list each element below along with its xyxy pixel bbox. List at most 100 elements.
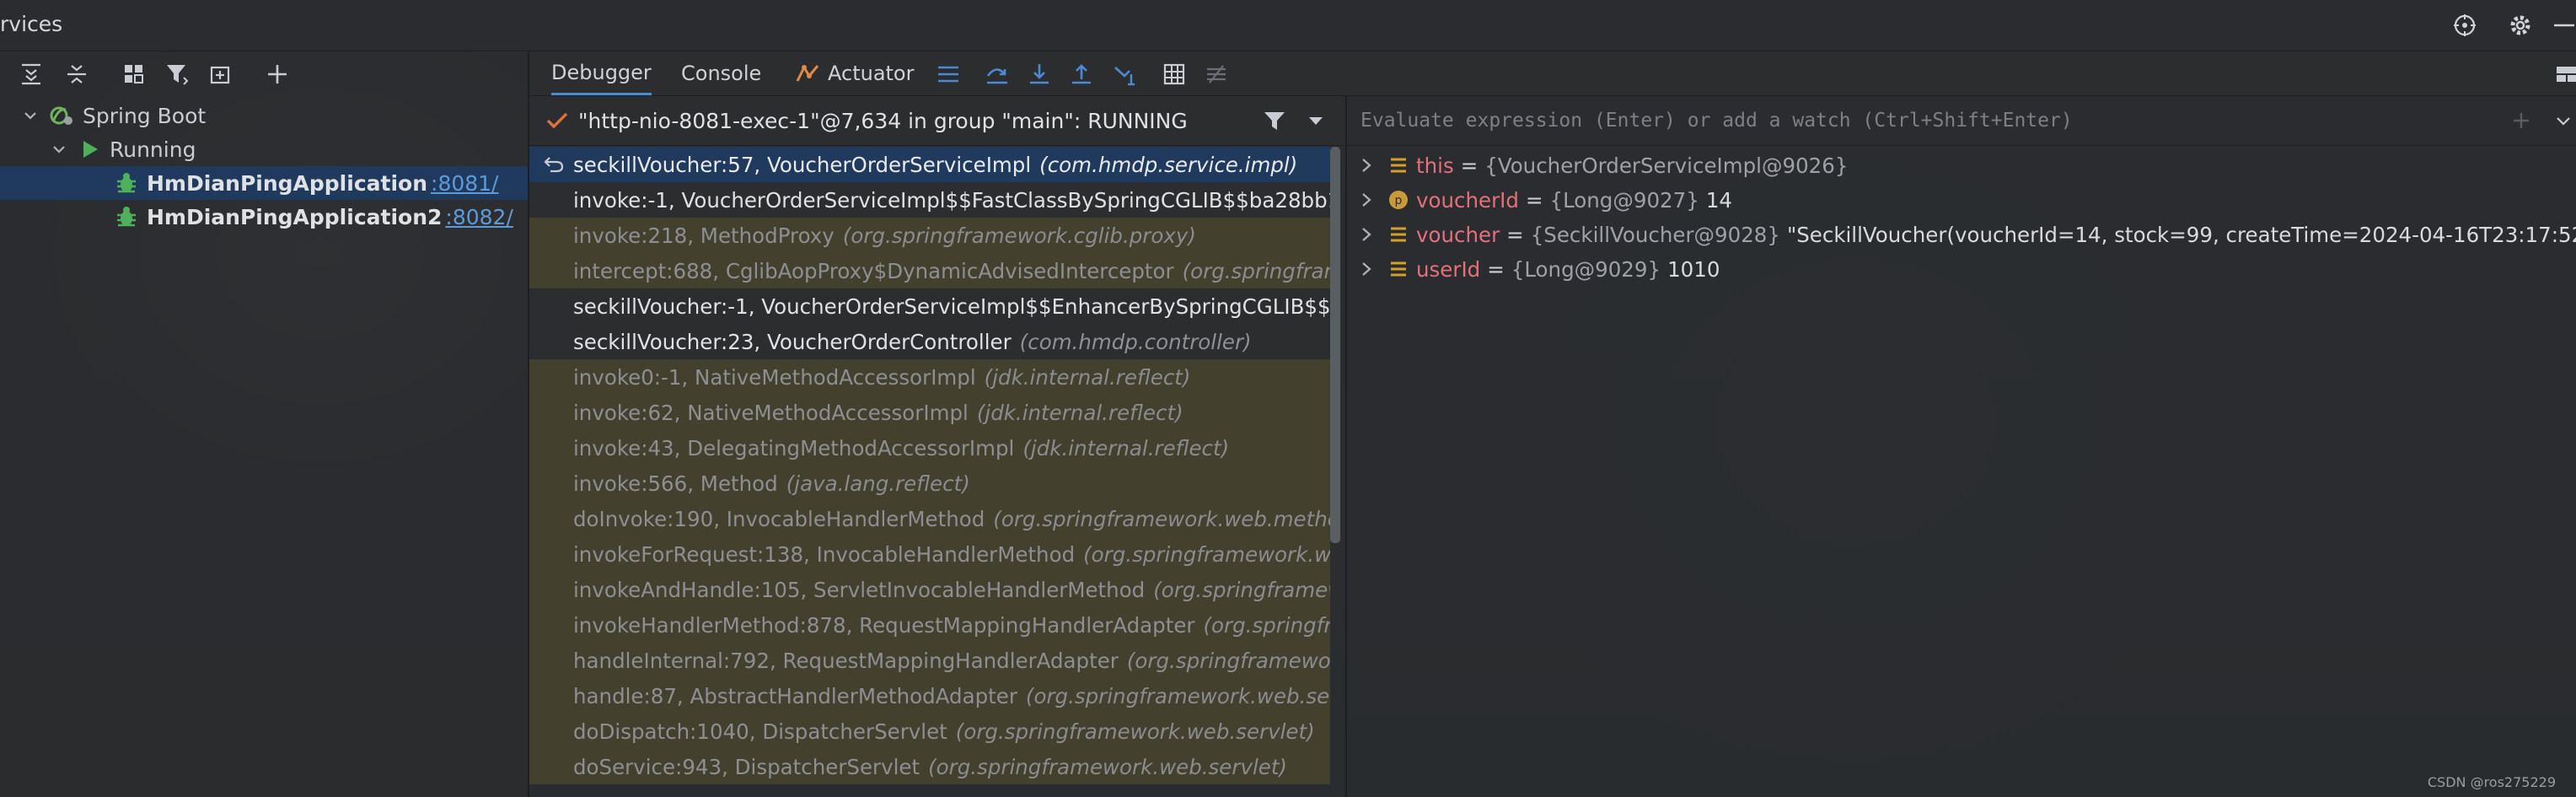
chevron-down-icon[interactable] [49, 139, 69, 159]
stack-frame-row[interactable]: invoke:-1, VoucherOrderServiceImpl$$Fast… [529, 182, 1330, 218]
stack-frame-row[interactable]: invokeForRequest:138, InvocableHandlerMe… [529, 536, 1330, 572]
chevron-right-icon[interactable] [1359, 191, 1374, 208]
frame-method: invokeForRequest:138, InvocableHandlerMe… [573, 541, 1076, 567]
thread-selector[interactable]: "http-nio-8081-exec-1"@7,634 in group "m… [529, 96, 1344, 146]
services-toolbar [0, 51, 528, 95]
frame-package: (com.hmdp.controller) [1019, 329, 1252, 354]
chevron-right-icon[interactable] [1359, 261, 1374, 277]
frame-package: (java.lang.reflect) [786, 471, 970, 496]
variable-type: {VoucherOrderServiceImpl@9026} [1484, 153, 1849, 178]
new-tab-icon[interactable] [207, 60, 236, 89]
variable-value: 1010 [1667, 256, 1720, 282]
variable-row[interactable]: userId = {Long@9029} 1010 [1347, 252, 2576, 286]
stack-frame-row[interactable]: doDispatch:1040, DispatcherServlet (org.s… [529, 714, 1330, 749]
frame-method: intercept:688, CglibAopProxy$DynamicAdvi… [573, 258, 1174, 283]
frames-panel: "http-nio-8081-exec-1"@7,634 in group "m… [529, 96, 1344, 797]
add-service-icon[interactable] [263, 60, 292, 89]
frame-method: invokeHandlerMethod:878, RequestMappingH… [573, 612, 1195, 638]
equals-sign: = [1460, 153, 1479, 178]
group-by-icon[interactable] [120, 60, 148, 89]
variable-value: "SeckillVoucher(voucherId=14, stock=99, … [1786, 222, 2576, 247]
filter-icon[interactable] [164, 60, 192, 89]
stack-frame-row[interactable]: seckillVoucher:57, VoucherOrderServiceIm… [529, 147, 1330, 182]
frame-package: (jdk.internal.reflect) [1022, 435, 1230, 460]
step-into-icon[interactable] [1025, 60, 1054, 89]
evaluate-table-icon[interactable] [1160, 60, 1189, 89]
tree-item-app-8082[interactable]: HmDianPingApplication2 :8082/ [0, 200, 528, 234]
tab-console[interactable]: Console [681, 51, 761, 95]
menu-lines-icon[interactable] [934, 60, 963, 89]
minimize-icon[interactable] [2549, 12, 2576, 39]
tab-label: Debugger [551, 60, 652, 84]
stack-frame-row[interactable]: seckillVoucher:-1, VoucherOrderServiceIm… [529, 288, 1330, 324]
current-frame-icon [543, 154, 565, 175]
frame-package: (org.springframework.web.servlet) [955, 719, 1315, 744]
stack-frame-row[interactable]: invoke:62, NativeMethodAccessorImpl (jdk.… [529, 395, 1330, 430]
frame-method: invokeAndHandle:105, ServletInvocableHan… [573, 577, 1146, 602]
frame-method: invoke:-1, VoucherOrderServiceImpl$$Fast… [573, 187, 1330, 213]
run-to-cursor-icon[interactable] [1111, 60, 1140, 89]
collapse-all-icon[interactable] [62, 60, 91, 89]
stack-frame-row[interactable]: handle:87, AbstractHandlerMethodAdapter (… [529, 678, 1330, 714]
tab-debugger[interactable]: Debugger [551, 51, 652, 95]
frame-package: (org.springframework.web.method.sup [993, 506, 1330, 531]
app-name: HmDianPingApplication2 [147, 204, 443, 229]
frame-package: (org.springframework.cglib.proxy) [842, 223, 1196, 248]
field-icon [1387, 154, 1409, 176]
debug-bug-icon [115, 205, 140, 229]
debug-bug-icon [115, 171, 140, 195]
variable-value: 14 [1705, 187, 1732, 213]
chevron-down-icon[interactable] [2554, 112, 2573, 129]
equals-sign: = [1506, 222, 1524, 247]
watermark: CSDN @ros275229 [2427, 774, 2556, 790]
stack-frame-row[interactable]: handleInternal:792, RequestMappingHandle… [529, 643, 1330, 678]
stack-frame-row[interactable]: invoke:43, DelegatingMethodAccessorImpl (… [529, 430, 1330, 466]
trace-stream-icon[interactable] [1202, 60, 1231, 89]
stack-frame-row[interactable]: doInvoke:190, InvocableHandlerMethod (org… [529, 501, 1330, 536]
step-out-icon[interactable] [1067, 60, 1096, 89]
frame-method: doInvoke:190, InvocableHandlerMethod [573, 506, 985, 531]
tab-actuator[interactable]: Actuator [796, 51, 914, 95]
frame-method: seckillVoucher:57, VoucherOrderServiceIm… [573, 152, 1032, 177]
stack-frame-row[interactable]: doService:943, DispatcherServlet (org.spr… [529, 749, 1330, 784]
frame-package: (org.springframework.web.servlet) [928, 754, 1287, 779]
frames-scrollbar[interactable] [1330, 147, 1340, 543]
step-over-icon[interactable] [983, 60, 1012, 89]
tree-item-spring-boot[interactable]: Spring Boot [0, 99, 528, 132]
frame-method: invoke0:-1, NativeMethodAccessorImpl [573, 364, 976, 390]
tree-label: Spring Boot [83, 103, 207, 128]
chevron-right-icon[interactable] [1359, 226, 1374, 243]
chevron-down-icon[interactable] [20, 105, 40, 126]
port-link[interactable]: :8081/ [431, 171, 498, 196]
equals-sign: = [1487, 256, 1505, 282]
add-watch-icon[interactable] [2510, 110, 2532, 132]
tree-item-running[interactable]: Running [0, 132, 528, 166]
tree-item-app-8081[interactable]: HmDianPingApplication :8081/ [0, 166, 528, 200]
layout-icon[interactable] [2552, 60, 2576, 89]
stack-frame-row[interactable]: seckillVoucher:23, VoucherOrderControlle… [529, 324, 1330, 359]
variable-row[interactable]: p voucherId = {Long@9027} 14 [1347, 183, 2576, 217]
frame-method: handleInternal:792, RequestMappingHandle… [573, 648, 1119, 673]
stack-frame-row[interactable]: intercept:688, CglibAopProxy$DynamicAdvi… [529, 253, 1330, 288]
stack-frame-row[interactable]: invoke:566, Method (java.lang.reflect) [529, 466, 1330, 501]
chevron-down-icon[interactable] [1307, 112, 1325, 129]
frame-method: doService:943, DispatcherServlet [573, 754, 920, 779]
svg-text:p: p [1395, 194, 1403, 207]
filter-icon[interactable] [1263, 110, 1286, 132]
field-icon [1387, 223, 1409, 245]
variable-row[interactable]: this = {VoucherOrderServiceImpl@9026} [1347, 148, 2576, 182]
chevron-right-icon[interactable] [1359, 157, 1374, 174]
stack-frame-row[interactable]: invokeHandlerMethod:878, RequestMappingH… [529, 607, 1330, 643]
frame-method: seckillVoucher:23, VoucherOrderControlle… [573, 329, 1012, 354]
thread-label: "http-nio-8081-exec-1"@7,634 in group "m… [578, 108, 1188, 133]
expand-all-icon[interactable] [17, 60, 46, 89]
frame-package: (org.springframew [1203, 612, 1331, 638]
variable-row[interactable]: voucher = {SeckillVoucher@9028} "SeckillVou… [1347, 218, 2576, 251]
crosshair-icon[interactable] [2451, 12, 2478, 39]
stack-frame-row[interactable]: invoke:218, MethodProxy (org.springframew… [529, 218, 1330, 253]
evaluate-expression-field[interactable]: Evaluate expression (Enter) or add a wat… [1347, 96, 2576, 146]
port-link[interactable]: :8082/ [445, 205, 513, 229]
gear-icon[interactable] [2507, 12, 2534, 39]
stack-frame-row[interactable]: invoke0:-1, NativeMethodAccessorImpl (jdk… [529, 359, 1330, 395]
stack-frame-row[interactable]: invokeAndHandle:105, ServletInvocableHan… [529, 572, 1330, 607]
